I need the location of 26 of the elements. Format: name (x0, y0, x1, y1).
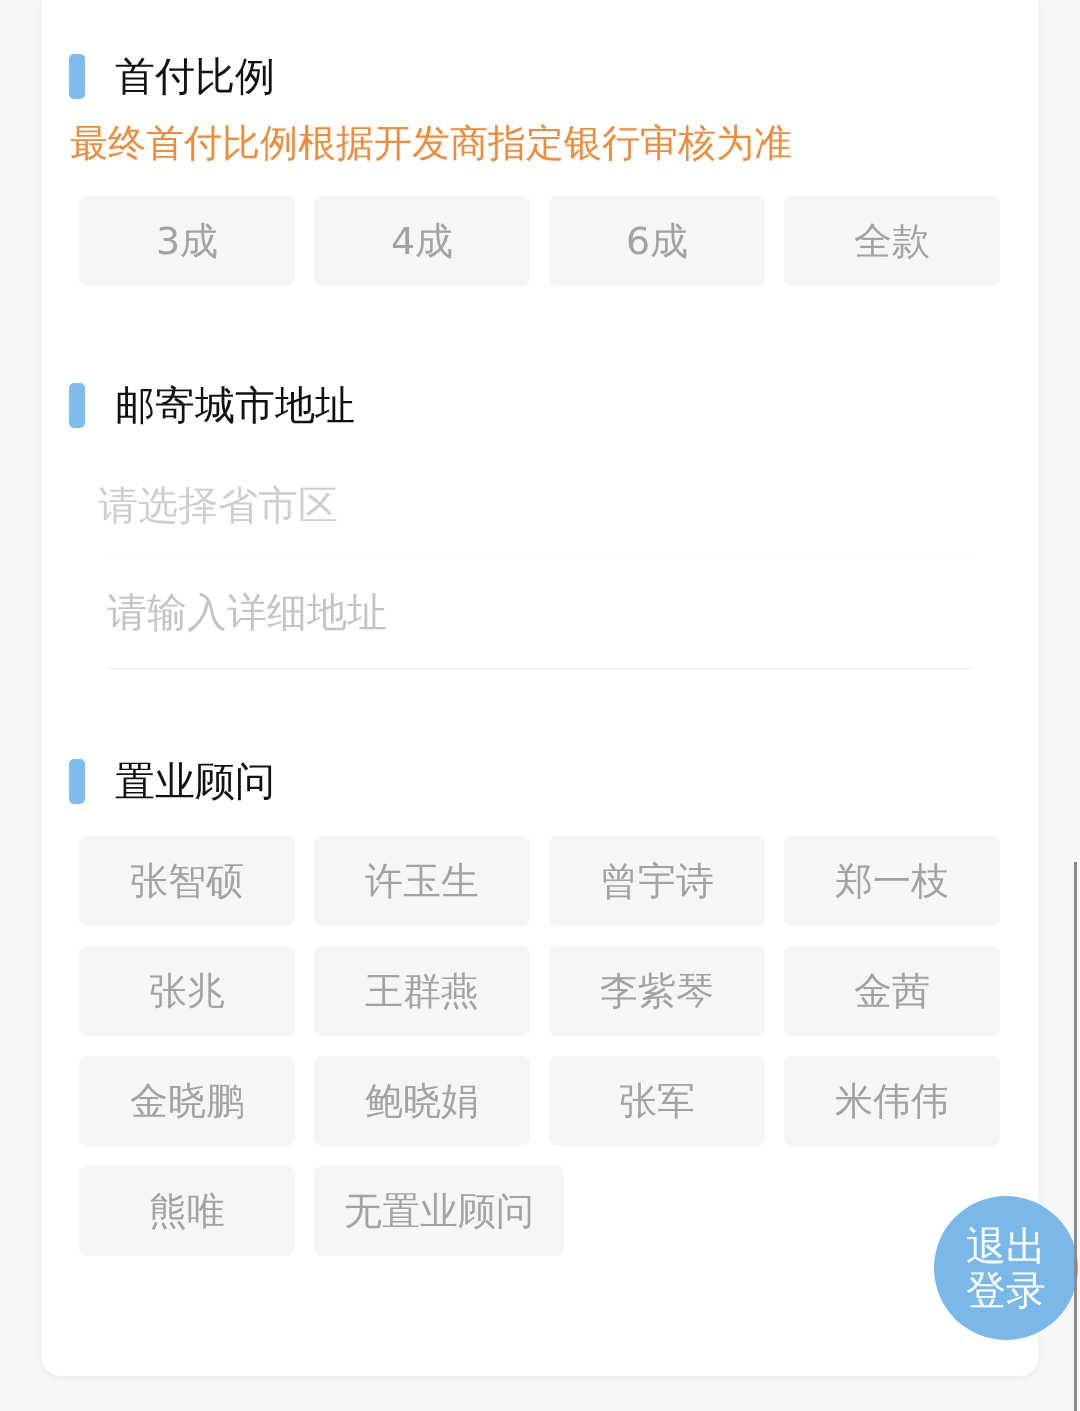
option-button[interactable]: 金茜 (784, 946, 1000, 1036)
option-button[interactable]: 无置业顾问 (314, 1166, 564, 1256)
option-button[interactable]: 张军 (549, 1056, 765, 1146)
option-button[interactable]: 金晓鹏 (79, 1056, 295, 1146)
option-button[interactable]: 王群燕 (314, 946, 530, 1036)
section-marker (69, 382, 85, 428)
address-input-field[interactable]: 请输入详细地址 (107, 554, 973, 670)
option-button[interactable]: 张兆 (79, 946, 295, 1036)
option-button[interactable]: 鲍晓娟 (314, 1056, 530, 1146)
section-title: 首付比例 (115, 52, 275, 100)
option-button[interactable]: 曾宇诗 (549, 836, 765, 926)
section-marker (69, 53, 85, 99)
option-button[interactable]: 6成 (549, 196, 765, 286)
option-button[interactable]: 全款 (784, 196, 1000, 286)
option-button[interactable]: 张智硕 (79, 836, 295, 926)
option-button[interactable]: 3成 (79, 196, 295, 286)
option-button[interactable]: 李紫琴 (549, 946, 765, 1036)
option-button[interactable]: 4成 (314, 196, 530, 286)
section-title: 邮寄城市地址 (115, 381, 355, 429)
option-button[interactable]: 许玉生 (314, 836, 530, 926)
section-marker (69, 758, 85, 804)
option-button[interactable]: 熊唯 (79, 1166, 295, 1256)
option-button[interactable]: 米伟伟 (784, 1056, 1000, 1146)
note-text: 最终首付比例根据开发商指定银行审核为准 (69, 120, 793, 166)
section-title: 置业顾问 (115, 757, 275, 805)
option-button[interactable]: 郑一枝 (784, 836, 1000, 926)
